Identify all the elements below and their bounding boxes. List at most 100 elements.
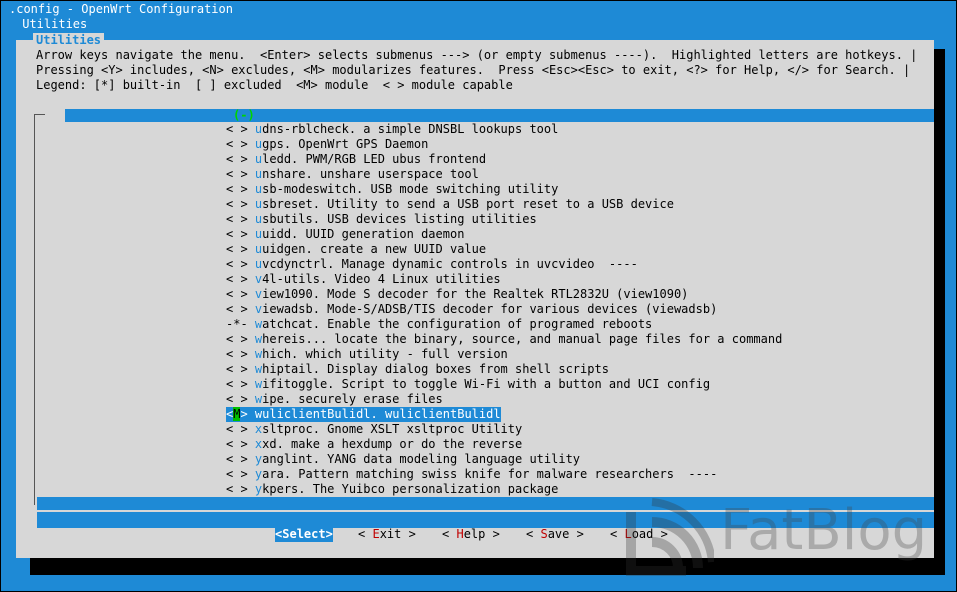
item-label: uidgen. create a new UUID value [262,242,487,256]
exit-button[interactable]: < Exit > [358,527,416,542]
help-button[interactable]: < Help > [442,527,500,542]
menu-item[interactable]: < > uledd. PWM/RGB LED ubus frontend [226,152,486,167]
item-label: ifitoggle. Script to toggle Wi-Fi with a… [262,377,711,391]
button-hotkey: E [372,527,380,541]
scroll-up-indicator[interactable]: (-) [233,108,255,123]
menu-item[interactable]: < > which. which utility - full version [226,347,508,362]
menu-item-selected[interactable]: <M> wuliclientBulidl. wuliclientBulidl [226,407,501,422]
dialog-title: Utilities [33,33,105,48]
item-state[interactable]: < > [226,377,255,391]
item-state[interactable]: < > [226,227,255,241]
item-label: uliclientBulidl. wuliclientBulidl [262,407,501,421]
button-bracket: < [442,527,457,541]
item-label: ledd. PWM/RGB LED ubus frontend [262,152,487,166]
item-state[interactable]: < > [226,302,255,316]
item-label: ara. Pattern matching swiss knife for ma… [262,467,718,481]
button-hotkey: S [540,527,548,541]
item-state[interactable]: < > [226,272,255,286]
item-label: xd. make a hexdump or do the reverse [262,437,523,451]
module-bracket: > [240,407,255,421]
item-state[interactable]: < > [226,347,255,361]
item-state[interactable]: <M> [226,407,255,421]
item-label: dns-rblcheck. a simple DNSBL lookups too… [262,122,559,136]
button-bracket: < [358,527,373,541]
save-button[interactable]: < Save > [526,527,584,542]
menu-item[interactable]: < > uvcdynctrl. Manage dynamic controls … [226,257,638,272]
menu-box-border [34,114,45,505]
item-label: uidd. UUID generation daemon [262,227,465,241]
button-bracket: < [526,527,541,541]
item-state[interactable]: < > [226,467,255,481]
button-bracket: < [610,527,625,541]
menu-item[interactable]: < > viewadsb. Mode-S/ADSB/TIS decoder fo… [226,302,717,317]
item-state[interactable]: < > [226,452,255,466]
menu-item[interactable]: < > wifitoggle. Script to toggle Wi-Fi w… [226,377,710,392]
item-state[interactable]: < > [226,152,255,166]
menu-item[interactable]: -*- watchcat. Enable the configuration o… [226,317,652,332]
item-label: nshare. unshare userspace tool [262,167,479,181]
button-label: elp > [463,527,500,541]
item-state[interactable]: < > [226,257,255,271]
item-state[interactable]: < > [226,422,255,436]
menu-bottom-bar-lower [37,512,934,528]
menu-item[interactable]: < > xsltproc. Gnome XSLT xsltproc Utilit… [226,422,522,437]
item-label: hiptail. Display dialog boxes from shell… [262,362,609,376]
button-label: xit > [379,527,416,541]
menu-item[interactable]: < > view1090. Mode S decoder for the Rea… [226,287,688,302]
menu-item[interactable]: < > udns-rblcheck. a simple DNSBL lookup… [226,122,558,137]
item-label: sb-modeswitch. USB mode switching utilit… [262,182,559,196]
menu-item[interactable]: < > whiptail. Display dialog boxes from … [226,362,609,377]
menu-item[interactable]: < > uuidd. UUID generation daemon [226,227,464,242]
menu-item[interactable]: < > yanglint. YANG data modeling languag… [226,452,580,467]
item-state[interactable]: < > [226,212,255,226]
menu-item[interactable]: < > ykpers. The Yuibco personalization p… [226,482,558,497]
menu-item[interactable]: < > xxd. make a hexdump or do the revers… [226,437,522,452]
help-line: Pressing <Y> includes, <N> excludes, <M>… [36,63,911,77]
menu-item[interactable]: < > whereis... locate the binary, source… [226,332,782,347]
menu-item[interactable]: < > usb-modeswitch. USB mode switching u… [226,182,558,197]
help-text: Arrow keys navigate the menu. <Enter> se… [36,48,917,108]
item-label: iewadsb. Mode-S/ADSB/TIS decoder for var… [262,302,718,316]
menu-item[interactable]: < > v4l-utils. Video 4 Linux utilities [226,272,501,287]
menu-item[interactable]: < > unshare. unshare userspace tool [226,167,479,182]
item-state[interactable]: -*- [226,317,255,331]
select-button[interactable]: <Select> [275,527,333,542]
menu-item[interactable]: < > yara. Pattern matching swiss knife f… [226,467,717,482]
item-label: gps. OpenWrt GPS Daemon [262,137,429,151]
button-label: oad > [631,527,668,541]
menu-item[interactable]: < > uuidgen. create a new UUID value [226,242,486,257]
item-state[interactable]: < > [226,287,255,301]
item-state[interactable]: < > [226,362,255,376]
item-label: atchcat. Enable the configuration of pro… [262,317,653,331]
item-label: hich. which utility - full version [262,347,508,361]
item-state[interactable]: < > [226,482,255,496]
item-label: ipe. securely erase files [262,392,443,406]
item-state[interactable]: < > [226,437,255,451]
menu-top-bar [65,109,934,122]
item-state[interactable]: < > [226,392,255,406]
item-state[interactable]: < > [226,137,255,151]
menu-item[interactable]: < > usbutils. USB devices listing utilit… [226,212,537,227]
load-button[interactable]: < Load > [610,527,668,542]
item-label: vcdynctrl. Manage dynamic controls in uv… [262,257,638,271]
item-label: kpers. The Yuibco personalization packag… [262,482,559,496]
menu-item[interactable]: < > usbreset. Utility to send a USB port… [226,197,674,212]
button-label: elect> [289,527,333,541]
item-label: hereis... locate the binary, source, and… [262,332,783,346]
item-label: sbreset. Utility to send a USB port rese… [262,197,674,211]
item-label: iew1090. Mode S decoder for the Realtek … [262,287,689,301]
item-state[interactable]: < > [226,242,255,256]
item-state[interactable]: < > [226,197,255,211]
menu-item[interactable]: < > ugps. OpenWrt GPS Daemon [226,137,428,152]
item-state[interactable]: < > [226,332,255,346]
menu-item[interactable]: < > wipe. securely erase files [226,392,443,407]
help-line: Arrow keys navigate the menu. <Enter> se… [36,48,918,62]
item-label: sltproc. Gnome XSLT xsltproc Utility [262,422,523,436]
item-state[interactable]: < > [226,167,255,181]
button-label: ave > [547,527,584,541]
item-state[interactable]: < > [226,182,255,196]
help-line: Legend: [*] built-in [ ] excluded <M> mo… [36,78,513,92]
item-label: sbutils. USB devices listing utilities [262,212,537,226]
item-state[interactable]: < > [226,122,255,136]
menu-bottom-bar [37,497,934,510]
